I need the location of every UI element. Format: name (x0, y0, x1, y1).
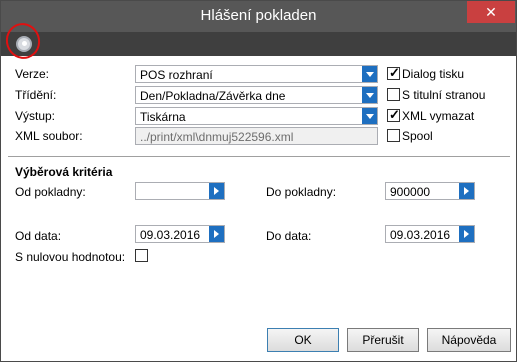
dialog-tisku-checkbox[interactable] (387, 65, 400, 81)
chevron-down-icon[interactable] (362, 87, 377, 103)
trideni-select[interactable]: Den/Pokladna/Závěrka dne (135, 86, 378, 104)
do-data-label: Do data: (266, 229, 312, 243)
section-divider (8, 156, 510, 157)
prerusit-button[interactable]: Přerušit (347, 328, 419, 352)
close-button[interactable]: ✕ (467, 1, 515, 23)
verze-label: Verze: (15, 67, 50, 81)
s-titulni-stranou-label: S titulní stranou (402, 88, 486, 102)
xml-vymazat-checkbox[interactable] (387, 107, 400, 123)
chevron-right-icon[interactable] (459, 226, 474, 242)
vystup-label: Výstup: (15, 109, 56, 123)
trideni-value: Den/Pokladna/Závěrka dne (140, 89, 286, 103)
verze-select[interactable]: POS rozhraní (135, 65, 378, 83)
do-pokladny-label: Do pokladny: (266, 185, 337, 199)
chevron-right-icon[interactable] (209, 183, 224, 199)
od-pokladny-label: Od pokladny: (15, 185, 86, 199)
od-data-label: Od data: (15, 229, 62, 243)
od-pokladny-field[interactable] (135, 182, 225, 200)
do-pokladny-value: 900000 (390, 185, 431, 199)
xml-vymazat-label: XML vymazat (402, 109, 475, 123)
chevron-right-icon[interactable] (459, 183, 474, 199)
spool-checkbox[interactable] (387, 129, 400, 142)
spool-label: Spool (402, 129, 433, 143)
s-nulovou-label: S nulovou hodnotou: (15, 250, 126, 264)
do-data-value: 09.03.2016 (390, 228, 451, 242)
close-icon: ✕ (485, 4, 497, 20)
do-data-field[interactable]: 09.03.2016 (385, 225, 475, 243)
verze-value: POS rozhraní (140, 68, 213, 82)
chevron-right-icon[interactable] (209, 226, 224, 242)
app-logo: i/2 (481, 65, 499, 82)
vystup-value: Tiskárna (140, 110, 186, 124)
dialog-window: Hlášení pokladen ✕ i/2 Verze: POS rozhra… (0, 0, 517, 362)
od-data-field[interactable]: 09.03.2016 (135, 225, 225, 243)
window-title: Hlášení pokladen (200, 7, 317, 24)
xml-soubor-field: ../print/xml\dnmuj522596.xml (135, 127, 378, 145)
napoveda-button[interactable]: Nápověda (427, 328, 511, 352)
criteria-heading: Výběrová kritéria (15, 165, 113, 179)
ok-button[interactable]: OK (267, 328, 339, 352)
od-data-value: 09.03.2016 (140, 228, 201, 242)
title-bar: Hlášení pokladen ✕ (1, 1, 516, 32)
s-titulni-stranou-checkbox[interactable] (387, 88, 400, 101)
trideni-label: Třídění: (15, 88, 57, 102)
vystup-select[interactable]: Tiskárna (135, 107, 378, 125)
do-pokladny-field[interactable]: 900000 (385, 182, 475, 200)
xml-soubor-value: ../print/xml\dnmuj522596.xml (140, 130, 294, 144)
xml-soubor-label: XML soubor: (15, 129, 83, 143)
dialog-tisku-label: Dialog tisku (402, 67, 465, 81)
chevron-down-icon[interactable] (362, 66, 377, 82)
chevron-down-icon[interactable] (362, 108, 377, 124)
s-nulovou-checkbox[interactable] (135, 249, 148, 262)
toolbar: i/2 (1, 32, 516, 82)
